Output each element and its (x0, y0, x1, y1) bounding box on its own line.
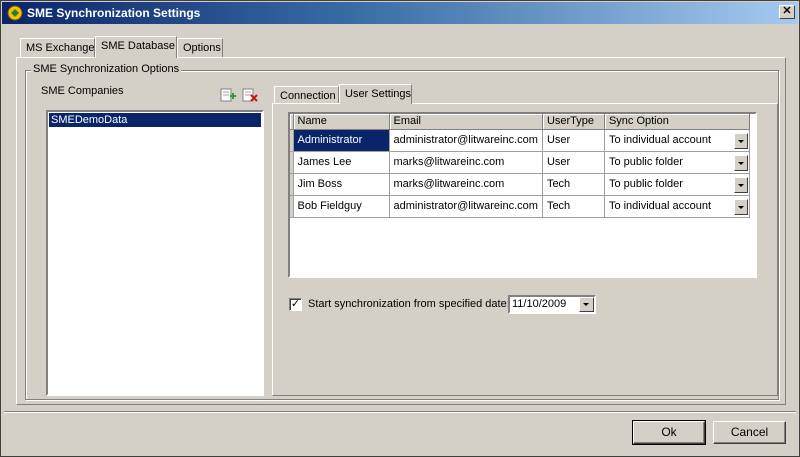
tab-sme-database[interactable]: SME Database (95, 36, 177, 58)
cell-sync-option[interactable]: To public folder (604, 151, 750, 174)
cell-sync-option[interactable]: To public folder (604, 173, 750, 196)
footer-separator (4, 411, 796, 413)
column-header-name[interactable]: Name (293, 114, 390, 130)
cell-usertype[interactable]: User (542, 151, 605, 174)
sync-option-value: To public folder (608, 156, 683, 168)
chevron-down-icon[interactable] (733, 154, 748, 171)
cell-name[interactable]: Bob Fieldguy (293, 195, 390, 218)
cancel-label: Cancel (730, 425, 769, 439)
user-settings-panel: Name Email UserType Sync Option Administ… (272, 103, 778, 396)
column-header-sync-option[interactable]: Sync Option (604, 114, 750, 130)
cell-email[interactable]: administrator@litwareinc.com (389, 195, 543, 218)
checkmark-icon: ✓ (290, 298, 301, 310)
cell-name[interactable]: Jim Boss (293, 173, 390, 196)
app-icon (7, 5, 23, 21)
delete-company-icon[interactable] (241, 86, 259, 104)
sync-start-date-picker[interactable]: 11/10/2009 (508, 295, 596, 314)
cell-email[interactable]: marks@litwareinc.com (389, 173, 543, 196)
date-value: 11/10/2009 (512, 298, 567, 310)
tab-label: Connection (280, 90, 336, 102)
cell-name[interactable]: James Lee (293, 151, 390, 174)
tab-label: SME Database (101, 40, 175, 52)
tab-label: User Settings (345, 88, 412, 100)
sync-option-value: To individual account (608, 134, 712, 146)
cancel-button[interactable]: Cancel (713, 421, 786, 444)
sync-option-value: To individual account (608, 200, 712, 212)
table-row[interactable]: Administrator administrator@litwareinc.c… (290, 129, 750, 152)
ok-button[interactable]: Ok (632, 420, 706, 445)
window-title: SME Synchronization Settings (27, 6, 201, 20)
chevron-down-icon[interactable] (579, 297, 594, 312)
users-grid[interactable]: Name Email UserType Sync Option Administ… (288, 112, 757, 278)
tab-ms-exchange[interactable]: MS Exchange (20, 38, 95, 58)
chevron-down-icon[interactable] (733, 198, 748, 215)
sync-option-value: To public folder (608, 178, 683, 190)
table-row[interactable]: James Lee marks@litwareinc.com User To p… (290, 151, 750, 174)
table-row[interactable]: Bob Fieldguy administrator@litwareinc.co… (290, 195, 750, 218)
group-title: SME Synchronization Options (31, 63, 182, 75)
cell-name[interactable]: Administrator (293, 129, 390, 152)
cell-sync-option[interactable]: To individual account (604, 129, 750, 152)
close-icon: ✕ (782, 5, 792, 17)
cell-usertype[interactable]: User (542, 129, 605, 152)
sme-database-panel: SME Synchronization Options SME Companie… (16, 57, 786, 405)
users-table: Name Email UserType Sync Option Administ… (290, 114, 750, 218)
cell-usertype[interactable]: Tech (542, 173, 605, 196)
sme-companies-label: SME Companies (41, 85, 124, 97)
ok-label: Ok (661, 425, 677, 439)
column-header-email[interactable]: Email (389, 114, 543, 130)
start-sync-label: Start synchronization from specified dat… (308, 298, 510, 310)
start-sync-checkbox[interactable]: ✓ (289, 298, 302, 311)
add-company-icon[interactable] (219, 86, 237, 104)
cell-email[interactable]: administrator@litwareinc.com (389, 129, 543, 152)
chevron-down-icon[interactable] (733, 132, 748, 149)
cell-sync-option[interactable]: To individual account (604, 195, 750, 218)
title-bar[interactable]: SME Synchronization Settings ✕ (2, 2, 798, 24)
cell-usertype[interactable]: Tech (542, 195, 605, 218)
chevron-down-icon[interactable] (733, 176, 748, 193)
tab-label: Options (183, 42, 221, 54)
tab-label: MS Exchange (26, 42, 95, 54)
tab-user-settings[interactable]: User Settings (339, 84, 412, 104)
cell-email[interactable]: marks@litwareinc.com (389, 151, 543, 174)
close-button[interactable]: ✕ (779, 5, 795, 19)
column-header-usertype[interactable]: UserType (542, 114, 605, 130)
settings-dialog: SME Synchronization Settings ✕ MS Exchan… (0, 0, 800, 457)
tab-connection[interactable]: Connection (274, 86, 339, 104)
tab-options[interactable]: Options (177, 38, 223, 58)
sme-companies-list[interactable]: SMEDemoData (46, 110, 264, 396)
table-row[interactable]: Jim Boss marks@litwareinc.com Tech To pu… (290, 173, 750, 196)
list-item[interactable]: SMEDemoData (49, 113, 261, 127)
